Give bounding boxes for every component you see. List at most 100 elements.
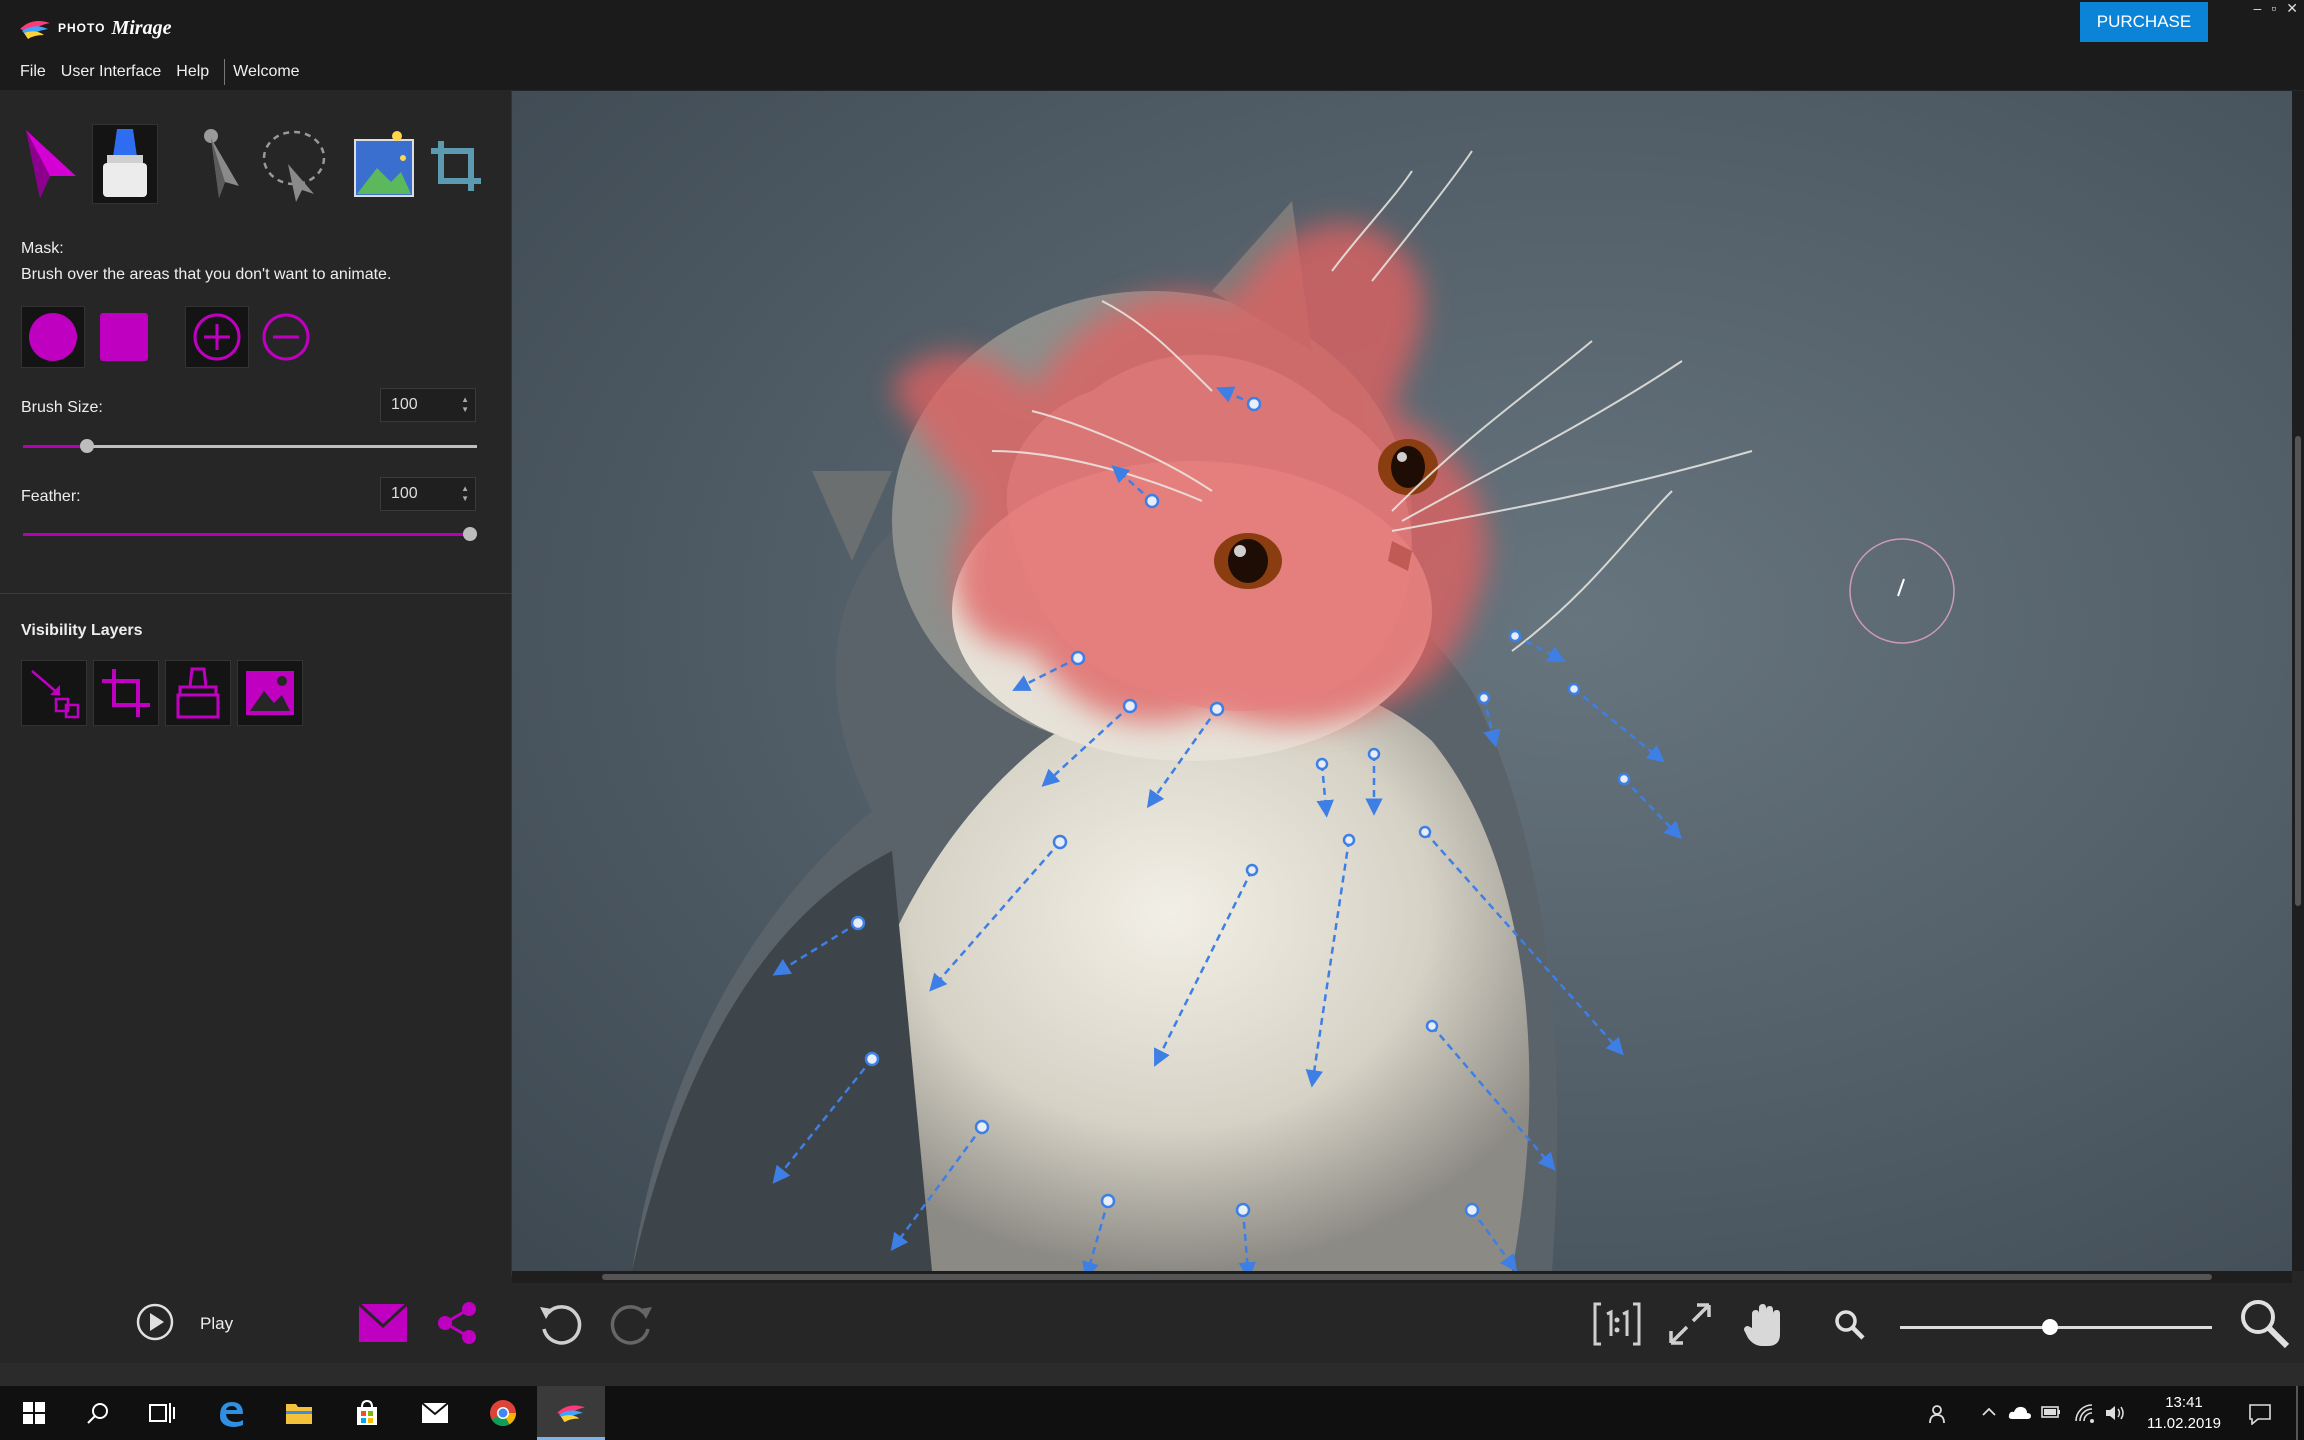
onedrive-icon[interactable] [2008,1403,2032,1424]
pan-button[interactable] [1740,1299,1790,1351]
brush-size-input[interactable]: 100 ▲ ▼ [380,388,476,422]
chrome-button[interactable] [469,1386,537,1440]
search-icon [87,1403,108,1424]
mask-tool-button[interactable] [92,124,158,204]
plus-circle-icon [193,313,241,361]
play-icon [136,1303,174,1341]
brush-size-slider[interactable] [23,439,477,453]
zoom-slider-knob[interactable] [2041,1319,2058,1335]
tool-panel: Mask: Brush over the areas that you don'… [0,90,512,1276]
brush-size-value: 100 [391,396,418,413]
crop-tool-button[interactable] [426,136,488,196]
folder-icon [286,1404,312,1424]
zoom-out-button[interactable] [1830,1305,1870,1345]
photomirage-taskbar-button[interactable] [537,1386,605,1440]
photomirage-taskbar-icon [557,1405,585,1422]
edge-icon [220,1402,243,1427]
mask-title: Mask: [21,240,64,257]
store-bag-icon [357,1399,377,1425]
purchase-button[interactable]: PURCHASE [2080,2,2208,42]
feather-label: Feather: [21,488,81,505]
feather-slider-fill [23,533,477,536]
add-mask-button[interactable] [185,306,249,368]
title-bar: PHOTO Mirage PURCHASE – ▫ ✕ [0,0,2304,54]
image-canvas[interactable] [512,91,2292,1271]
task-view-icon [149,1403,175,1423]
animate-tool-button[interactable] [18,124,82,198]
zoom-in-button[interactable] [2236,1295,2292,1351]
clock-time: 13:41 [2165,1394,2203,1411]
brush-size-spinner-icon[interactable]: ▲ ▼ [461,395,469,415]
start-button[interactable] [0,1386,68,1440]
feather-slider[interactable] [23,527,477,541]
brush-size-slider-knob[interactable] [79,439,94,453]
image-layer-toggle[interactable] [237,660,303,726]
tray-expand-icon[interactable] [1980,1403,1998,1424]
fit-screen-button[interactable] [1664,1299,1716,1349]
menu-welcome[interactable]: Welcome [233,63,299,81]
anchor-tool-button[interactable] [190,124,250,204]
menu-help[interactable]: Help [176,63,209,81]
image-sparkle-icon [354,131,414,197]
crop-layer-toggle[interactable] [93,660,159,726]
windows-taskbar: 13:41 11.02.2019 [0,1386,2304,1440]
store-button[interactable] [333,1386,401,1440]
app-logo: PHOTO Mirage [18,14,171,42]
zoom-slider[interactable] [1900,1319,2212,1335]
horizontal-scrollbar[interactable] [512,1271,2292,1283]
panel-divider [0,593,512,594]
vertical-scroll-thumb[interactable] [2295,436,2301,906]
action-center-icon[interactable] [2248,1403,2272,1428]
show-desktop-button[interactable] [2296,1386,2298,1440]
minimize-button[interactable]: – [2254,0,2262,17]
volume-icon[interactable] [2104,1403,2126,1426]
horizontal-scroll-thumb[interactable] [602,1274,2212,1280]
menu-file[interactable]: File [20,63,46,81]
redo-icon [610,1305,652,1345]
feather-input[interactable]: 100 ▲ ▼ [380,477,476,511]
redo-button[interactable] [608,1299,658,1349]
bottom-toolbar: Play [0,1283,2304,1363]
circle-brush-button[interactable] [21,306,85,368]
feather-value: 100 [391,485,418,502]
actual-size-button[interactable] [1590,1299,1644,1349]
battery-icon[interactable] [2040,1403,2062,1424]
lasso-select-icon [262,130,326,202]
menu-bar: File User Interface Help Welcome [0,54,2304,90]
close-button[interactable]: ✕ [2286,0,2298,17]
one-to-one-icon [1593,1302,1641,1346]
play-button[interactable] [132,1299,178,1345]
undo-button[interactable] [534,1299,584,1349]
menu-user-interface[interactable]: User Interface [61,63,161,81]
motion-layer-toggle[interactable] [21,660,87,726]
select-tool-button[interactable] [258,124,330,204]
feather-spinner-icon[interactable]: ▲ ▼ [461,484,469,504]
task-view-button[interactable] [128,1386,196,1440]
taskbar-clock[interactable]: 13:41 11.02.2019 [2132,1392,2236,1434]
mask-layer-toggle[interactable] [165,660,231,726]
taskbar-search-button[interactable] [64,1386,132,1440]
mail-button[interactable] [401,1386,469,1440]
visibility-layers-title: Visibility Layers [21,622,143,639]
expand-icon [1669,1303,1711,1345]
mask-hint: Brush over the areas that you don't want… [21,266,392,283]
cat-photo [512,91,2292,1271]
image-layer-icon [246,671,294,715]
wifi-icon[interactable] [2074,1403,2096,1426]
circle-brush-icon [29,313,77,361]
email-button[interactable] [356,1299,410,1347]
background-tool-button[interactable] [350,124,418,204]
file-explorer-button[interactable] [265,1386,333,1440]
subtract-mask-button[interactable] [254,306,318,368]
mail-icon [421,1402,449,1423]
edge-browser-button[interactable] [197,1386,265,1440]
maximize-button[interactable]: ▫ [2271,0,2276,17]
feather-slider-knob[interactable] [463,527,477,541]
people-icon[interactable] [1928,1403,1950,1428]
square-brush-button[interactable] [92,306,156,368]
vertical-scrollbar[interactable] [2292,91,2304,1271]
anchor-pin-icon [204,129,239,198]
photomirage-app: PHOTO Mirage PURCHASE – ▫ ✕ File User In… [0,0,2304,1440]
share-button[interactable] [432,1299,482,1347]
hand-icon [1744,1304,1780,1346]
